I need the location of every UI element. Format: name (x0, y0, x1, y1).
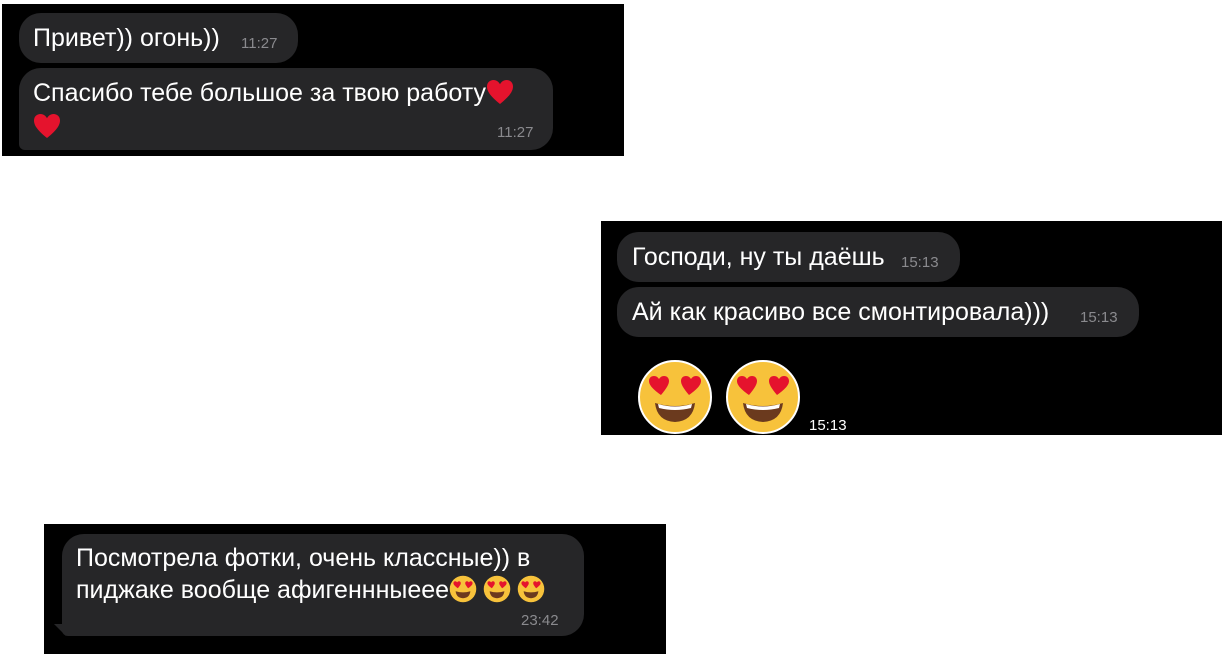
message-bubble[interactable]: Посмотрела фотки, очень классные)) в пид… (62, 534, 584, 636)
chat-screenshot-2: Господи, ну ты даёшь 15:13 Ай как красив… (601, 221, 1222, 435)
chat-screenshot-1: Привет)) огонь)) 11:27 Спасибо тебе боль… (2, 4, 624, 156)
sticker-timestamp: 15:13 (809, 417, 847, 434)
heart-emoji (486, 80, 513, 104)
message-line: Спасибо тебе большое за твою работу (33, 79, 486, 107)
heart-eyes-emoji[interactable] (725, 359, 801, 435)
heart-eyes-emoji (483, 575, 511, 603)
heart-eyes-emoji (449, 575, 477, 603)
message-text: Привет)) огонь)) (33, 24, 220, 52)
message-timestamp: 11:27 (497, 124, 534, 141)
message-text: Господи, ну ты даёшь (632, 243, 885, 271)
message-text: Спасибо тебе большое за твою работу (33, 76, 514, 110)
message-bubble[interactable]: Привет)) огонь)) 11:27 (19, 13, 298, 63)
heart-emoji (34, 114, 60, 138)
heart-eyes-emoji[interactable] (637, 359, 713, 435)
message-text: Ай как красиво все смонтировала))) (632, 298, 1050, 326)
message-timestamp: 11:27 (241, 35, 278, 52)
message-timestamp: 15:13 (901, 254, 939, 271)
heart-eyes-emoji (517, 575, 545, 603)
message-timestamp: 23:42 (521, 612, 559, 629)
message-bubble[interactable]: Господи, ну ты даёшь 15:13 (617, 232, 960, 282)
message-line: пиджаке вообще афигеннныеее (76, 576, 450, 604)
message-timestamp: 15:13 (1080, 309, 1118, 326)
message-text: Посмотрела фотки, очень классные)) в (76, 544, 531, 572)
message-bubble[interactable]: Спасибо тебе большое за твою работу 11:2… (19, 68, 553, 150)
chat-screenshot-3: Посмотрела фотки, очень классные)) в пид… (44, 524, 666, 654)
message-text (33, 110, 61, 144)
message-bubble[interactable]: Ай как красиво все смонтировала))) 15:13 (617, 287, 1139, 337)
message-text: пиджаке вообще афигеннныеее (76, 573, 545, 607)
